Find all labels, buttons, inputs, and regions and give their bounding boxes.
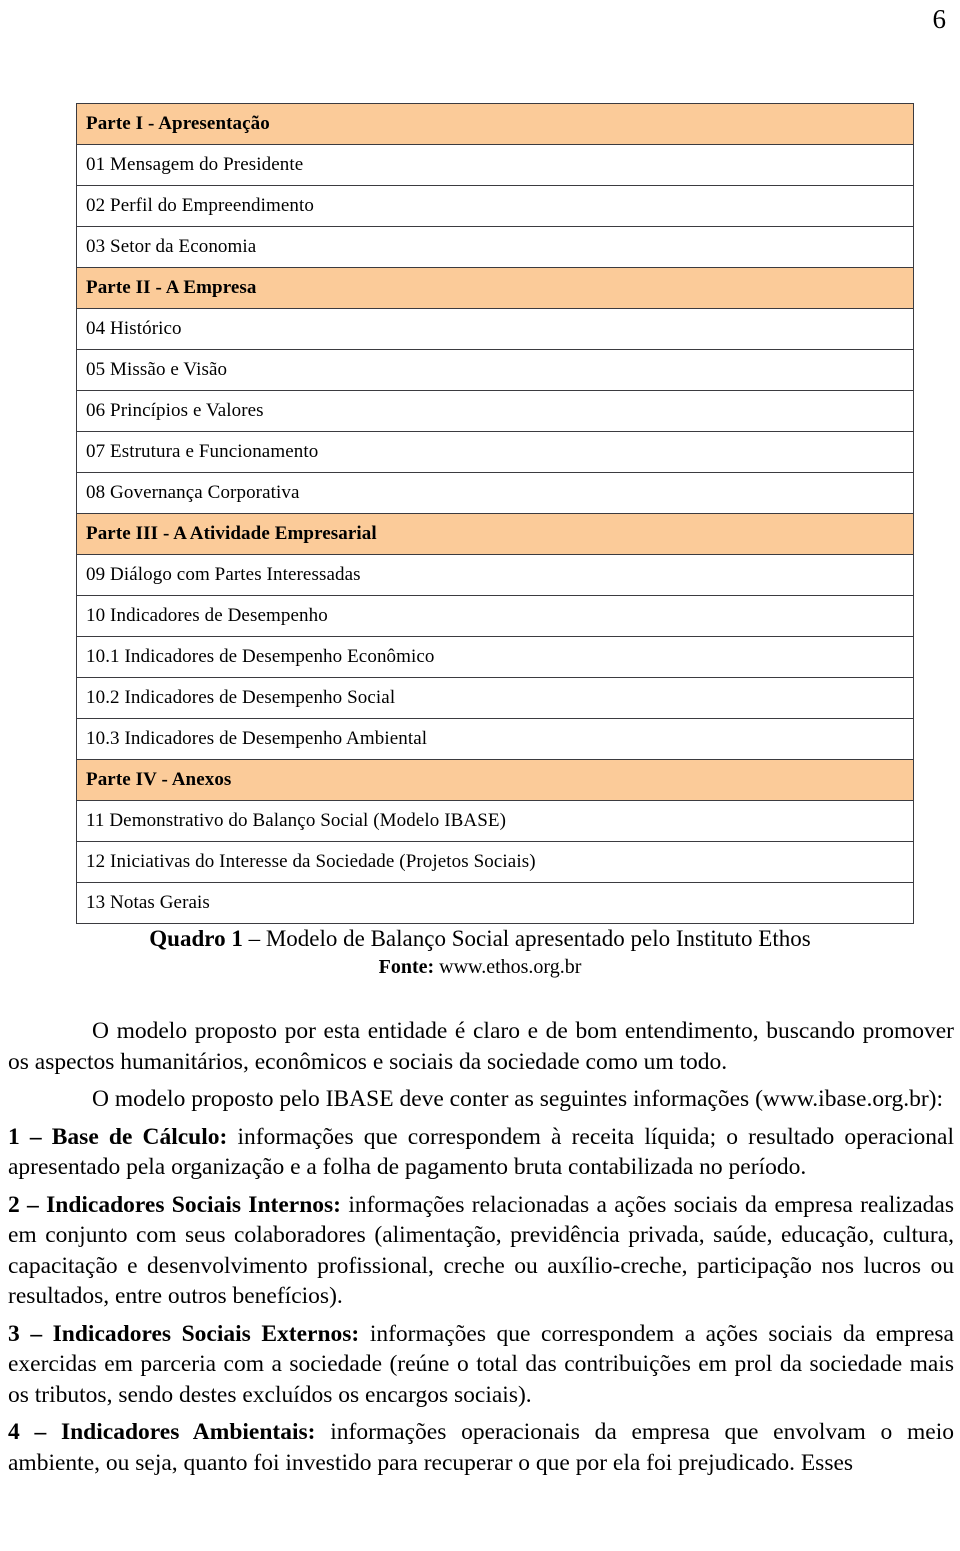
toc-part-row: Parte III - A Atividade Empresarial: [76, 513, 914, 555]
toc-item-row: 03 Setor da Economia: [76, 226, 914, 268]
toc-item-row: 13 Notas Gerais: [76, 882, 914, 924]
toc-item-label: 02 Perfil do Empreendimento: [76, 185, 914, 227]
toc-part-label: Parte IV - Anexos: [76, 759, 914, 801]
toc-item-label: 11 Demonstrativo do Balanço Social (Mode…: [76, 800, 914, 842]
toc-item-row: 02 Perfil do Empreendimento: [76, 185, 914, 227]
toc-item-label: 08 Governança Corporativa: [76, 472, 914, 514]
toc-item-label: 07 Estrutura e Funcionamento: [76, 431, 914, 473]
toc-part-label: Parte I - Apresentação: [76, 103, 914, 145]
toc-item-row: 11 Demonstrativo do Balanço Social (Mode…: [76, 800, 914, 842]
toc-item-row: 10 Indicadores de Desempenho: [76, 595, 914, 637]
toc-item-row: 07 Estrutura e Funcionamento: [76, 431, 914, 473]
toc-item-row: 10.3 Indicadores de Desempenho Ambiental: [76, 718, 914, 760]
toc-item-label: 06 Princípios e Valores: [76, 390, 914, 432]
toc-item-label: 12 Iniciativas do Interesse da Sociedade…: [76, 841, 914, 883]
toc-item-row: 05 Missão e Visão: [76, 349, 914, 391]
list-item-4-heading: 4 – Indicadores Ambientais:: [8, 1419, 316, 1445]
caption-label: Quadro 1: [149, 926, 243, 951]
toc-item-label: 10.2 Indicadores de Desempenho Social: [76, 677, 914, 719]
toc-item-row: 04 Histórico: [76, 308, 914, 350]
toc-item-label: 09 Diálogo com Partes Interessadas: [76, 554, 914, 596]
toc-item-row: 06 Princípios e Valores: [76, 390, 914, 432]
toc-part-label: Parte III - A Atividade Empresarial: [76, 513, 914, 555]
list-item-4: 4 – Indicadores Ambientais: informações …: [8, 1417, 954, 1478]
paragraph-2: O modelo proposto pelo IBASE deve conter…: [92, 1086, 944, 1112]
list-item-2-heading: 2 – Indicadores Sociais Internos:: [8, 1191, 342, 1218]
list-item-2: 2 – Indicadores Sociais Internos: inform…: [8, 1190, 954, 1312]
toc-item-label: 04 Histórico: [76, 308, 914, 350]
table-of-contents: Parte I - Apresentação 01 Mensagem do Pre…: [76, 103, 914, 924]
list-item-1: 1 – Base de Cálculo: informações que cor…: [8, 1122, 954, 1183]
toc-part-row: Parte I - Apresentação: [76, 103, 914, 145]
list-item-3: 3 – Indicadores Sociais Externos: inform…: [8, 1319, 954, 1411]
list-item-1-heading: 1 – Base de Cálculo:: [8, 1123, 228, 1150]
list-item-3-heading: 3 – Indicadores Sociais Externos:: [8, 1320, 360, 1347]
caption-text: – Modelo de Balanço Social apresentado p…: [242, 926, 811, 951]
toc-item-row: 09 Diálogo com Partes Interessadas: [76, 554, 914, 596]
toc-item-label: 10.3 Indicadores de Desempenho Ambiental: [76, 718, 914, 760]
toc-item-row: 10.2 Indicadores de Desempenho Social: [76, 677, 914, 719]
toc-part-label: Parte II - A Empresa: [76, 267, 914, 309]
document-page: 6 Parte I - Apresentação 01 Mensagem do P…: [0, 0, 960, 1551]
toc-item-row: 01 Mensagem do Presidente: [76, 144, 914, 186]
toc-item-row: 12 Iniciativas do Interesse da Sociedade…: [76, 841, 914, 883]
toc-item-label: 01 Mensagem do Presidente: [76, 144, 914, 186]
figure-caption: Quadro 1 – Modelo de Balanço Social apre…: [0, 924, 960, 981]
toc-item-label: 10 Indicadores de Desempenho: [76, 595, 914, 637]
caption-source-value: www.ethos.org.br: [434, 956, 582, 978]
caption-source-label: Fonte:: [378, 956, 435, 978]
toc-item-label: 05 Missão e Visão: [76, 349, 914, 391]
toc-table: Parte I - Apresentação 01 Mensagem do Pre…: [76, 103, 914, 924]
paragraph-1: O modelo proposto por esta entidade é cl…: [8, 1018, 954, 1075]
toc-item-label: 10.1 Indicadores de Desempenho Econômico: [76, 636, 914, 678]
caption-source: Fonte: www.ethos.org.br: [0, 954, 960, 981]
toc-item-label: 03 Setor da Economia: [76, 226, 914, 268]
toc-item-label: 13 Notas Gerais: [76, 882, 914, 924]
body-text: O modelo proposto por esta entidade é cl…: [8, 1016, 954, 1478]
toc-part-row: Parte II - A Empresa: [76, 267, 914, 309]
toc-table-body: Parte I - Apresentação 01 Mensagem do Pre…: [76, 103, 914, 924]
toc-item-row: 08 Governança Corporativa: [76, 472, 914, 514]
toc-part-row: Parte IV - Anexos: [76, 759, 914, 801]
toc-item-row: 10.1 Indicadores de Desempenho Econômico: [76, 636, 914, 678]
page-number: 6: [932, 4, 947, 34]
